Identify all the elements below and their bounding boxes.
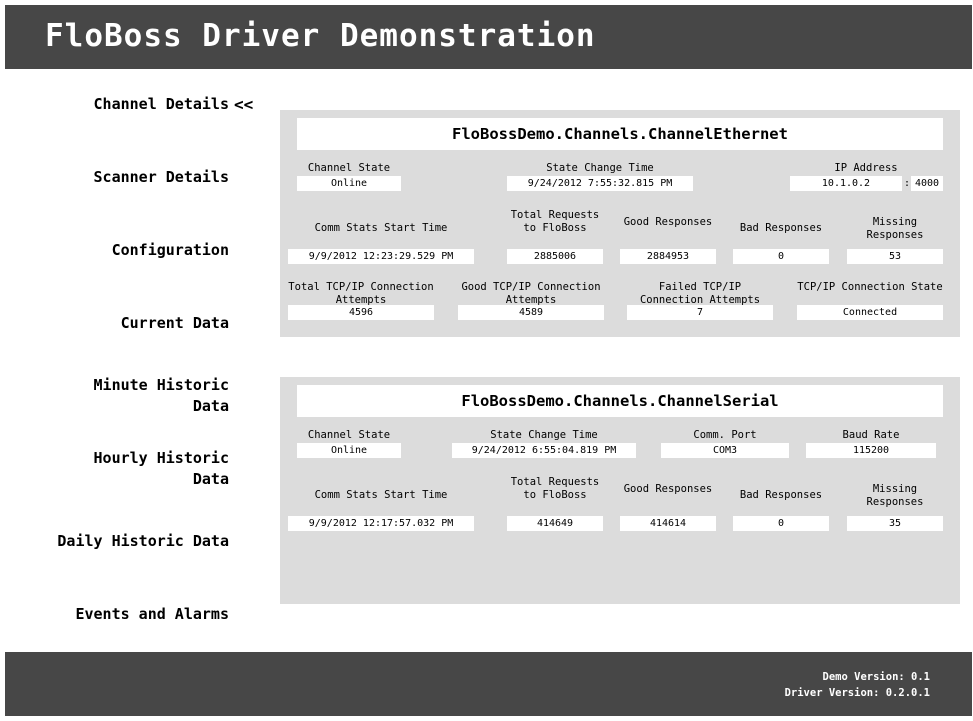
nav-minute-historic-line1: Minute Historic	[93, 376, 229, 394]
ip-port-separator: :	[904, 178, 911, 189]
eth-ip-address-label: IP Address	[834, 162, 898, 174]
ser-total-requests-value: 414649	[507, 516, 603, 531]
eth-good-tcp-value: 4589	[458, 305, 604, 320]
ser-missing-responses-value: 35	[847, 516, 943, 531]
eth-good-responses-value: 2884953	[620, 249, 716, 264]
ser-good-responses-label: Good Responses	[623, 483, 713, 495]
ser-state-change-time-value: 9/24/2012 6:55:04.819 PM	[452, 443, 636, 458]
ser-channel-state-label: Channel State	[307, 429, 391, 441]
ser-comm-stats-start-value: 9/9/2012 12:17:57.032 PM	[288, 516, 474, 531]
ser-state-change-time-label: State Change Time	[490, 429, 598, 441]
ser-good-responses-value: 414614	[620, 516, 716, 531]
demo-version: Demo Version: 0.1	[822, 671, 930, 683]
nav-configuration[interactable]: Configuration	[112, 240, 229, 261]
header-bar: FloBoss Driver Demonstration	[5, 5, 972, 69]
eth-tcp-state-value: Connected	[797, 305, 943, 320]
active-nav-marker: <<	[234, 95, 254, 114]
eth-total-tcp-label: Total TCP/IP Connection Attempts	[288, 281, 434, 306]
ser-channel-state-value: Online	[297, 443, 401, 458]
ethernet-channel-title: FloBossDemo.Channels.ChannelEthernet	[297, 118, 943, 150]
nav-channel-details[interactable]: Channel Details	[94, 94, 229, 115]
eth-ip-address-value: 10.1.0.2	[790, 176, 902, 191]
nav-minute-historic-data[interactable]: Minute Historic Data	[94, 375, 229, 417]
eth-tcp-state-label: TCP/IP Connection State	[797, 281, 943, 293]
ser-comm-port-label: Comm. Port	[693, 429, 757, 441]
serial-channel-panel: FloBossDemo.Channels.ChannelSerial Chann…	[280, 377, 960, 604]
nav-hourly-historic-line1: Hourly Historic	[93, 449, 229, 467]
page-title: FloBoss Driver Demonstration	[45, 18, 596, 54]
ser-bad-responses-value: 0	[733, 516, 829, 531]
eth-state-change-time-value: 9/24/2012 7:55:32.815 PM	[507, 176, 693, 191]
ser-comm-stats-start-label: Comm Stats Start Time	[314, 489, 448, 501]
serial-channel-title: FloBossDemo.Channels.ChannelSerial	[297, 385, 943, 417]
eth-channel-state-value: Online	[297, 176, 401, 191]
eth-good-tcp-label: Good TCP/IP Connection Attempts	[461, 281, 601, 306]
eth-good-responses-label: Good Responses	[623, 216, 713, 228]
nav-minute-historic-line2: Data	[192, 397, 229, 415]
ser-baud-rate-value: 115200	[806, 443, 936, 458]
eth-missing-responses-value: 53	[847, 249, 943, 264]
driver-version: Driver Version: 0.2.0.1	[784, 687, 930, 699]
nav-hourly-historic-data[interactable]: Hourly Historic Data	[94, 448, 229, 490]
eth-port-value: 4000	[911, 176, 943, 191]
ser-bad-responses-label: Bad Responses	[739, 489, 823, 501]
eth-missing-responses-label: Missing Responses	[866, 216, 924, 241]
eth-total-tcp-value: 4596	[288, 305, 434, 320]
eth-channel-state-label: Channel State	[307, 162, 391, 174]
ser-baud-rate-label: Baud Rate	[842, 429, 900, 441]
footer-bar: Demo Version: 0.1 Driver Version: 0.2.0.…	[5, 652, 972, 716]
eth-bad-responses-value: 0	[733, 249, 829, 264]
ser-missing-responses-label: Missing Responses	[866, 483, 924, 508]
eth-total-requests-value: 2885006	[507, 249, 603, 264]
eth-comm-stats-start-value: 9/9/2012 12:23:29.529 PM	[288, 249, 474, 264]
nav-hourly-historic-line2: Data	[192, 470, 229, 488]
eth-comm-stats-start-label: Comm Stats Start Time	[314, 222, 448, 234]
eth-state-change-time-label: State Change Time	[546, 162, 654, 174]
ser-total-requests-label: Total Requests to FloBoss	[510, 476, 600, 501]
ethernet-channel-panel: FloBossDemo.Channels.ChannelEthernet Cha…	[280, 110, 960, 337]
nav-scanner-details[interactable]: Scanner Details	[94, 167, 229, 188]
nav-daily-historic-data[interactable]: Daily Historic Data	[57, 531, 229, 552]
eth-total-requests-label: Total Requests to FloBoss	[510, 209, 600, 234]
nav-current-data[interactable]: Current Data	[121, 313, 229, 334]
eth-bad-responses-label: Bad Responses	[739, 222, 823, 234]
ser-comm-port-value: COM3	[661, 443, 789, 458]
nav-events-and-alarms[interactable]: Events and Alarms	[75, 604, 229, 625]
eth-failed-tcp-label: Failed TCP/IP Connection Attempts	[639, 281, 761, 306]
eth-failed-tcp-value: 7	[627, 305, 773, 320]
